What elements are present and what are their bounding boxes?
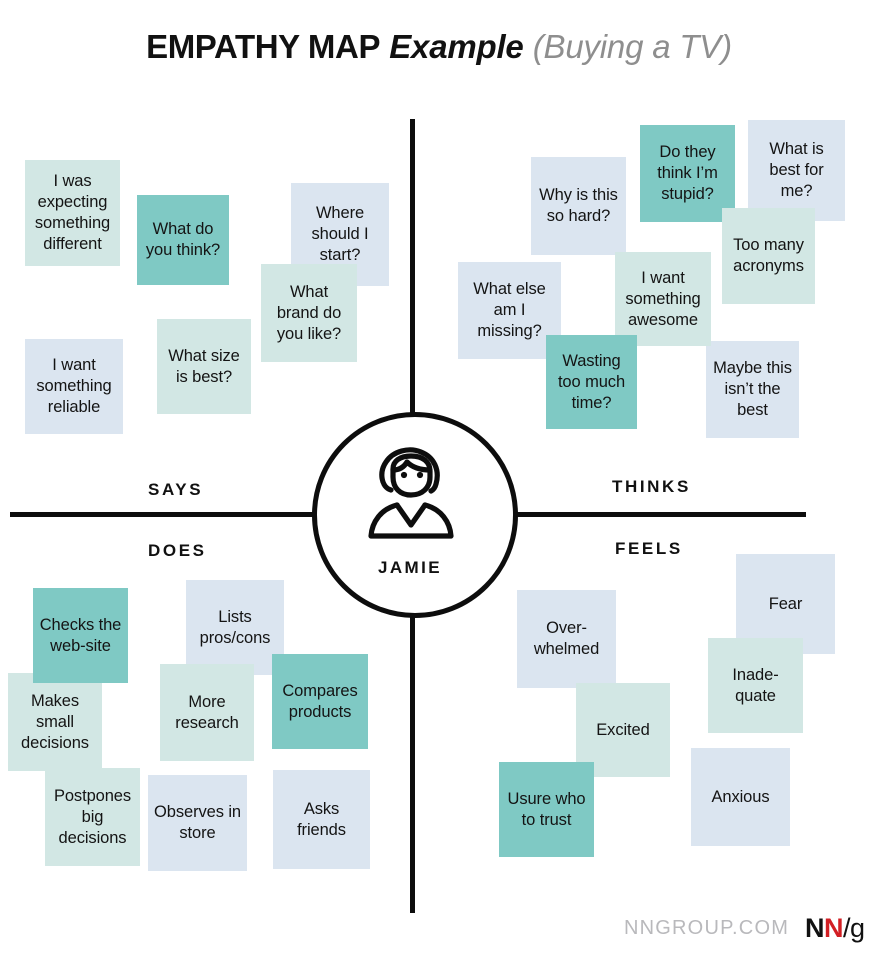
nng-logo: NN/g — [805, 913, 865, 944]
sticky-note-does[interactable]: Lists pros/cons — [186, 580, 284, 675]
sticky-note-text: Anxious — [711, 787, 770, 806]
sticky-note-text: Fear — [768, 594, 803, 613]
sticky-note-does[interactable]: Checks the web-site — [33, 588, 128, 683]
sticky-note-text: Lists pros/cons — [199, 607, 271, 647]
persona-name: JAMIE — [378, 558, 442, 577]
sticky-note-says[interactable]: What do you think? — [137, 195, 229, 285]
quadrant-label-feels: FEELS — [615, 539, 683, 558]
sticky-note-thinks[interactable]: Do they think I’m stupid? — [640, 125, 735, 222]
sticky-note-says[interactable]: I want something reliable — [25, 339, 123, 434]
sticky-note-thinks[interactable]: What is best for me? — [748, 120, 845, 221]
page-title: EMPATHY MAP Example (Buying a TV) — [0, 26, 878, 68]
sticky-note-text: Too many acronyms — [733, 236, 804, 275]
sticky-note-text: Where should I start? — [311, 204, 369, 264]
sticky-note-text: Excited — [596, 720, 650, 739]
logo-letter-n1: N — [805, 913, 825, 943]
title-italic: Example — [389, 28, 524, 65]
empathy-map-canvas: EMPATHY MAP Example (Buying a TV) I was … — [0, 0, 878, 956]
sticky-note-text: Over-whelmed — [533, 619, 600, 658]
sticky-note-text: I want something reliable — [36, 356, 112, 416]
sticky-note-text: Usure who to trust — [507, 789, 586, 829]
sticky-note-text: Asks friends — [297, 799, 346, 839]
sticky-note-text: Why is this so hard? — [539, 186, 618, 225]
sticky-note-feels[interactable]: Over-whelmed — [517, 590, 616, 688]
sticky-note-does[interactable]: More research — [160, 664, 254, 761]
sticky-note-does[interactable]: Makes small decisions — [8, 673, 102, 771]
sticky-note-does[interactable]: Asks friends — [273, 770, 370, 869]
sticky-note-says[interactable]: I was expecting something different — [25, 160, 120, 266]
sticky-note-thinks[interactable]: Too many acronyms — [722, 208, 815, 304]
sticky-note-thinks[interactable]: I want something awesome — [615, 252, 711, 346]
sticky-note-text: What size is best? — [168, 346, 240, 386]
sticky-note-feels[interactable]: Inade-quate — [708, 638, 803, 733]
sticky-note-says[interactable]: What brand do you like? — [261, 264, 357, 362]
sticky-note-text: Makes small decisions — [21, 691, 89, 752]
sticky-note-text: More research — [175, 692, 239, 732]
sticky-note-feels[interactable]: Anxious — [691, 748, 790, 846]
sticky-note-text: Checks the web-site — [39, 615, 122, 655]
sticky-note-feels[interactable]: Usure who to trust — [499, 762, 594, 857]
sticky-note-thinks[interactable]: Wasting too much time? — [546, 335, 637, 429]
sticky-note-text: Do they think I’m stupid? — [657, 143, 718, 203]
sticky-note-text: Inade-quate — [732, 665, 779, 705]
sticky-note-does[interactable]: Compares products — [272, 654, 368, 749]
sticky-note-text: I was expecting something different — [34, 172, 111, 253]
sticky-note-text: What else am I missing? — [473, 280, 546, 340]
logo-letter-n2: N — [824, 913, 844, 943]
sticky-note-text: I want something awesome — [625, 268, 701, 329]
quadrant-label-does: DOES — [148, 541, 207, 560]
sticky-note-does[interactable]: Observes in store — [148, 775, 247, 871]
sticky-note-text: Observes in store — [154, 803, 241, 842]
sticky-note-thinks[interactable]: Maybe this isn’t the best — [706, 341, 799, 438]
sticky-note-says[interactable]: What size is best? — [157, 319, 251, 414]
quadrant-label-thinks: THINKS — [612, 477, 691, 496]
title-subject: (Buying a TV) — [532, 28, 732, 65]
sticky-note-text: Compares products — [282, 681, 358, 721]
quadrant-label-says: SAYS — [148, 480, 204, 499]
person-avatar-icon — [355, 443, 465, 548]
sticky-note-text: What do you think? — [145, 220, 221, 259]
title-bold: EMPATHY MAP — [146, 28, 381, 65]
footer-website: NNGROUP.COM — [624, 917, 790, 939]
sticky-note-text: What brand do you like? — [276, 282, 342, 343]
logo-slash: / — [843, 913, 851, 943]
sticky-note-text: Maybe this isn’t the best — [713, 359, 792, 419]
logo-letter-g: g — [850, 913, 865, 943]
sticky-note-text: Postpones big decisions — [53, 786, 132, 847]
sticky-note-thinks[interactable]: Why is this so hard? — [531, 157, 626, 255]
sticky-note-text: What is best for me? — [769, 140, 824, 200]
sticky-note-does[interactable]: Postpones big decisions — [45, 768, 140, 866]
sticky-note-text: Wasting too much time? — [557, 351, 626, 412]
